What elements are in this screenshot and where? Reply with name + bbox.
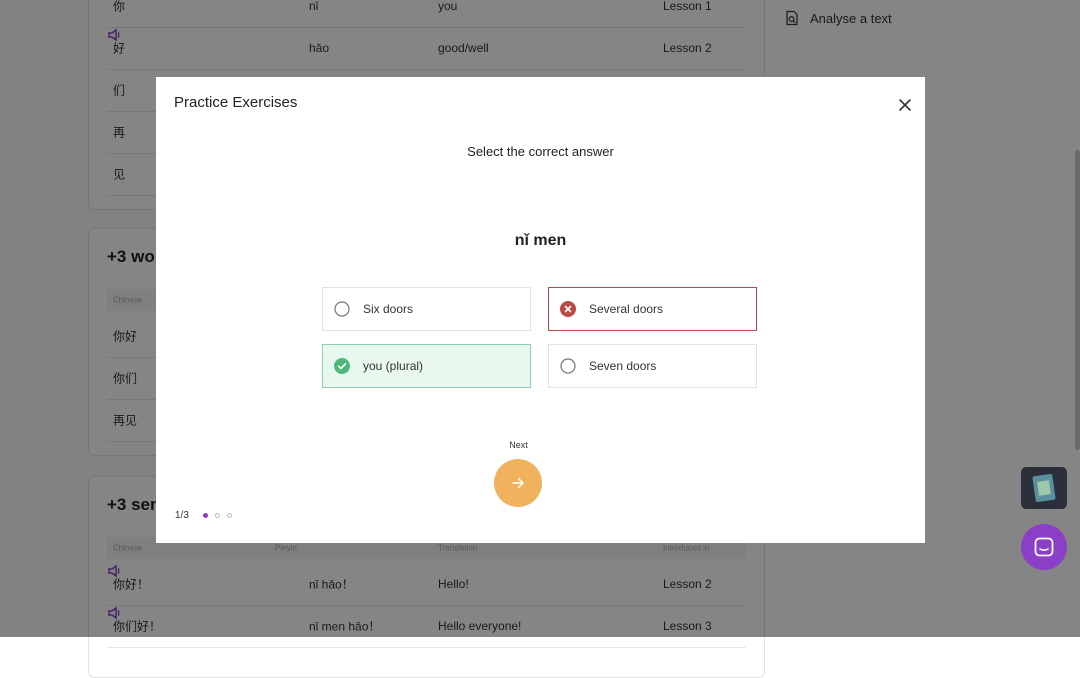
answer-label: Six doors <box>363 302 414 316</box>
image-thumbnail-icon <box>1032 473 1056 503</box>
answer-label: Seven doors <box>589 359 657 373</box>
next-label: Next <box>509 440 528 450</box>
progress-dot <box>226 513 232 518</box>
chat-button[interactable] <box>1021 524 1067 570</box>
chat-icon <box>1034 537 1054 557</box>
question-word: nǐ men <box>514 232 567 249</box>
answer-option[interactable]: Seven doors <box>548 344 757 388</box>
answer-label: Several doors <box>589 302 664 316</box>
answer-option-wrong[interactable]: Several doors <box>548 287 757 331</box>
question-prompt: Select the correct answer <box>467 144 614 159</box>
progress-text: 1/3 <box>175 510 189 521</box>
arrow-right-icon <box>512 477 524 489</box>
wrong-icon <box>560 301 576 317</box>
progress-dot-active <box>202 513 208 518</box>
answer-option[interactable]: Six doors <box>322 287 531 331</box>
modal-title: Practice Exercises <box>174 94 298 111</box>
thumbnail-widget[interactable] <box>1021 467 1067 509</box>
progress-dot <box>214 513 220 518</box>
radio-icon <box>334 301 350 317</box>
close-icon[interactable] <box>897 97 913 113</box>
answer-label: you (plural) <box>363 359 424 373</box>
correct-icon <box>334 358 350 374</box>
radio-icon <box>560 358 576 374</box>
progress-indicator: 1/3 <box>175 510 232 521</box>
practice-modal: Practice Exercises Select the correct an… <box>156 77 925 543</box>
next-button[interactable] <box>494 459 542 507</box>
answer-option-correct[interactable]: you (plural) <box>322 344 531 388</box>
